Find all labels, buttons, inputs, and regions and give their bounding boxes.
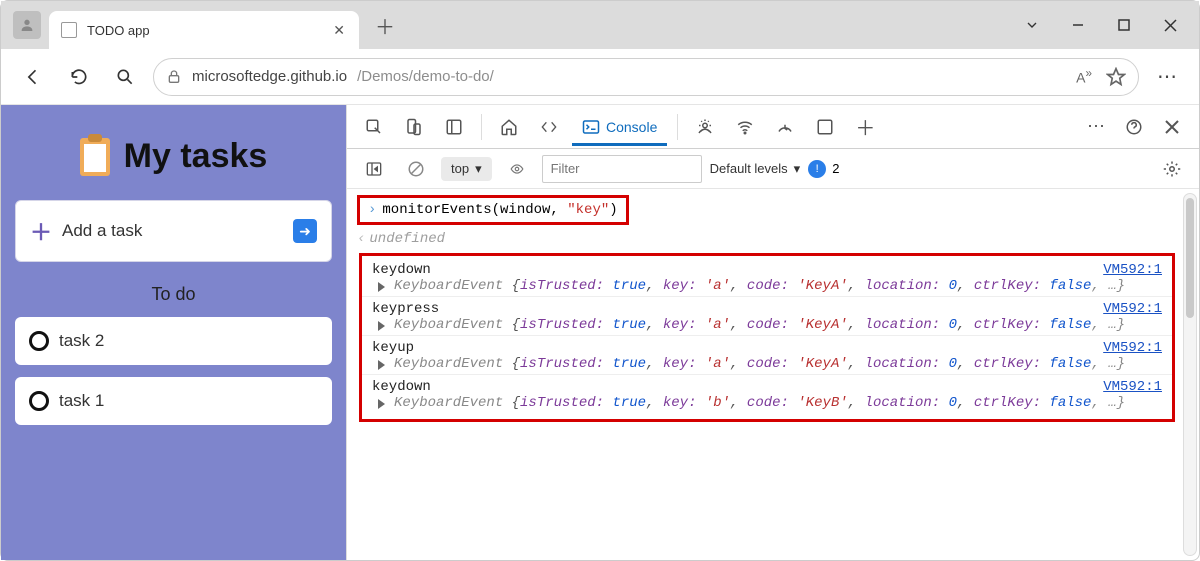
filter-input[interactable] <box>542 155 702 183</box>
clipboard-icon <box>80 138 110 176</box>
app-page: My tasks ＋ Add a task ➜ To do task 2 tas… <box>1 105 346 560</box>
tab-favicon <box>61 22 77 38</box>
console-log-entry[interactable]: keyup VM592:1KeyboardEvent {isTrusted: tr… <box>362 335 1172 374</box>
menu-button[interactable]: ⋯ <box>1149 59 1185 95</box>
live-expression-icon[interactable] <box>500 152 534 186</box>
task-item[interactable]: task 1 <box>15 377 332 425</box>
issue-badge-icon: ! <box>808 160 826 178</box>
event-object[interactable]: KeyboardEvent {isTrusted: true, key: 'a'… <box>372 356 1162 372</box>
scrollbar[interactable] <box>1183 193 1197 556</box>
prompt-icon: › <box>368 202 376 218</box>
issues-button[interactable]: ! 2 <box>808 160 839 178</box>
profile-button[interactable] <box>13 11 41 39</box>
console-tab[interactable]: Console <box>572 110 667 146</box>
address-bar[interactable]: microsoftedge.github.io/Demos/demo-to-do… <box>153 58 1139 96</box>
more-tools-button[interactable]: ⋯ <box>1079 110 1113 144</box>
url-host: microsoftedge.github.io <box>192 68 347 85</box>
add-task-label: Add a task <box>62 221 142 241</box>
chevron-down-icon[interactable] <box>1009 5 1055 45</box>
devtools-panel: Console ＋ ⋯ top ▾ Default le <box>346 105 1199 560</box>
console-events-region: keydownVM592:1KeyboardEvent {isTrusted: … <box>359 253 1175 422</box>
read-aloud-icon[interactable]: A» <box>1076 67 1092 86</box>
close-window-button[interactable] <box>1147 5 1193 45</box>
submit-arrow-icon[interactable]: ➜ <box>293 219 317 243</box>
console-log-entry[interactable]: keydown VM592:1KeyboardEvent {isTrusted: … <box>362 374 1172 413</box>
source-link[interactable]: VM592:1 <box>1103 379 1162 395</box>
event-object[interactable]: KeyboardEvent {isTrusted: true, key: 'b'… <box>372 395 1162 411</box>
elements-tab-icon[interactable] <box>532 110 566 144</box>
help-icon[interactable] <box>1117 110 1151 144</box>
titlebar: TODO app ✕ ＋ <box>1 1 1199 49</box>
event-name: keypress <box>372 301 439 317</box>
console-settings-icon[interactable] <box>1155 152 1189 186</box>
scrollbar-thumb[interactable] <box>1186 198 1194 318</box>
console-log-entry[interactable]: keydown VM592:1KeyboardEvent {isTrusted: … <box>362 258 1172 296</box>
expand-triangle-icon[interactable] <box>378 399 385 409</box>
inspect-icon[interactable] <box>357 110 391 144</box>
context-selector[interactable]: top ▾ <box>441 157 492 181</box>
event-object[interactable]: KeyboardEvent {isTrusted: true, key: 'a'… <box>372 278 1162 294</box>
performance-tab-icon[interactable] <box>768 110 802 144</box>
task-label: task 2 <box>59 331 104 351</box>
console-log-entry[interactable]: keypress VM592:1KeyboardEvent {isTrusted:… <box>362 296 1172 335</box>
lock-icon <box>166 69 182 85</box>
sources-tab-icon[interactable] <box>688 110 722 144</box>
refresh-button[interactable] <box>61 59 97 95</box>
console-command: ›monitorEvents(window, "key") <box>357 195 629 225</box>
favorite-icon[interactable] <box>1106 67 1126 87</box>
sidebar-toggle-icon[interactable] <box>357 152 391 186</box>
tab-title: TODO app <box>87 23 323 38</box>
clear-console-icon[interactable] <box>399 152 433 186</box>
expand-triangle-icon[interactable] <box>378 321 385 331</box>
add-task-button[interactable]: ＋ Add a task ➜ <box>15 200 332 262</box>
console-output: ›monitorEvents(window, "key") ‹undefined… <box>347 189 1199 560</box>
source-link[interactable]: VM592:1 <box>1103 262 1162 278</box>
window-controls <box>1009 5 1193 45</box>
device-icon[interactable] <box>397 110 431 144</box>
browser-toolbar: microsoftedge.github.io/Demos/demo-to-do… <box>1 49 1199 105</box>
section-header: To do <box>15 284 332 305</box>
log-levels-selector[interactable]: Default levels▾ <box>710 161 801 177</box>
back-button[interactable] <box>15 59 51 95</box>
event-object[interactable]: KeyboardEvent {isTrusted: true, key: 'a'… <box>372 317 1162 333</box>
console-return: ‹undefined <box>347 229 1199 253</box>
task-checkbox[interactable] <box>29 331 49 351</box>
event-name: keydown <box>372 262 431 278</box>
more-tabs-button[interactable]: ＋ <box>848 110 882 144</box>
event-name: keydown <box>372 379 431 395</box>
task-item[interactable]: task 2 <box>15 317 332 365</box>
browser-tab[interactable]: TODO app ✕ <box>49 11 359 49</box>
devtools-tabs: Console ＋ ⋯ <box>347 105 1199 149</box>
plus-icon: ＋ <box>30 215 52 247</box>
task-checkbox[interactable] <box>29 391 49 411</box>
console-toolbar: top ▾ Default levels▾ ! 2 <box>347 149 1199 189</box>
event-name: keyup <box>372 340 414 356</box>
search-button[interactable] <box>107 59 143 95</box>
source-link[interactable]: VM592:1 <box>1103 340 1162 356</box>
expand-triangle-icon[interactable] <box>378 282 385 292</box>
task-label: task 1 <box>59 391 104 411</box>
chevron-down-icon: ▾ <box>475 161 482 177</box>
close-devtools-button[interactable] <box>1155 110 1189 144</box>
page-title: My tasks <box>80 137 268 176</box>
source-link[interactable]: VM592:1 <box>1103 301 1162 317</box>
dock-icon[interactable] <box>437 110 471 144</box>
expand-triangle-icon[interactable] <box>378 360 385 370</box>
network-tab-icon[interactable] <box>728 110 762 144</box>
tab-close-button[interactable]: ✕ <box>333 22 345 39</box>
url-path: /Demos/demo-to-do/ <box>357 68 494 85</box>
maximize-button[interactable] <box>1101 5 1147 45</box>
new-tab-button[interactable]: ＋ <box>371 11 399 40</box>
return-arrow-icon: ‹ <box>357 231 365 247</box>
memory-tab-icon[interactable] <box>808 110 842 144</box>
minimize-button[interactable] <box>1055 5 1101 45</box>
welcome-tab-icon[interactable] <box>492 110 526 144</box>
